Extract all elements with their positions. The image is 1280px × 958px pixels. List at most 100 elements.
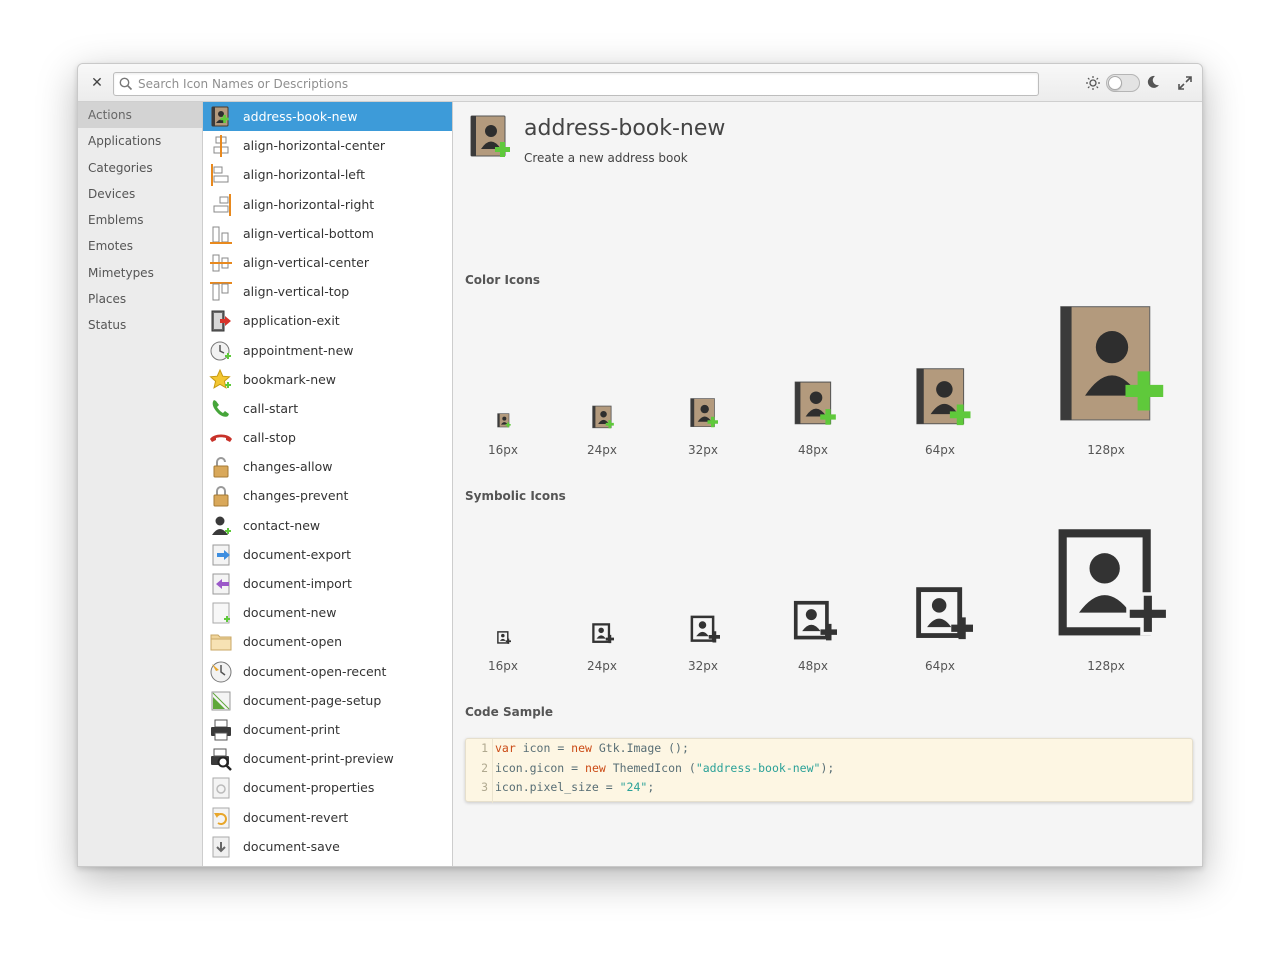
search-field[interactable] (113, 72, 1039, 96)
phone-green-icon (212, 399, 229, 417)
sun-icon (1086, 76, 1100, 90)
code-sample-heading: Code Sample (465, 705, 554, 719)
list-item[interactable]: call-stop (203, 423, 452, 452)
list-item[interactable]: changes-allow (203, 452, 452, 481)
list-item[interactable]: align-vertical-top (203, 277, 452, 306)
align-horizontal-left-icon (211, 164, 229, 187)
size-label: 32px (688, 443, 718, 457)
folder-icon (210, 634, 232, 651)
list-item[interactable]: document-revert (203, 803, 452, 832)
sidebar-item-places[interactable]: Places (78, 286, 202, 312)
code-text: icon = (515, 741, 572, 755)
list-item[interactable]: bookmark-new (203, 365, 452, 394)
list-item[interactable]: document-properties (203, 773, 452, 802)
list-item-label: document-export (243, 546, 352, 562)
address-book-symbolic-icon (793, 600, 837, 641)
list-item[interactable]: align-horizontal-right (203, 190, 452, 219)
list-item[interactable]: document-open (203, 627, 452, 656)
size-label: 48px (798, 659, 828, 673)
size-label: 64px (925, 443, 955, 457)
sidebar-item-devices[interactable]: Devices (78, 181, 202, 207)
document-revert-icon (212, 807, 230, 828)
sidebar-item-actions[interactable]: Actions (78, 102, 202, 129)
code-sample[interactable]: 1 var icon = new Gtk.Image (); 2 icon.gi… (465, 738, 1193, 803)
address-book-icon (794, 381, 836, 425)
symbolic-icons-heading: Symbolic Icons (465, 489, 566, 503)
document-new-icon (212, 602, 230, 624)
list-item[interactable]: document-open-recent (203, 657, 452, 686)
list-item[interactable]: document-export (203, 540, 452, 569)
list-item-label: align-vertical-bottom (243, 225, 374, 241)
document-import-icon (212, 573, 230, 595)
document-properties-icon (212, 777, 230, 799)
code-keyword: new (571, 741, 592, 755)
list-item-label: document-new (243, 605, 337, 621)
list-item-label: application-exit (243, 313, 340, 329)
code-text: ThemedIcon ( (605, 760, 696, 775)
maximize-icon[interactable] (1178, 76, 1192, 90)
list-item[interactable]: document-page-setup (203, 686, 452, 715)
dark-mode-toggle[interactable] (1106, 74, 1140, 92)
search-input[interactable] (138, 74, 1028, 94)
align-vertical-bottom-icon (210, 226, 232, 244)
search-icon (119, 77, 133, 91)
sidebar-item-emblems[interactable]: Emblems (78, 207, 202, 233)
list-item[interactable]: align-vertical-bottom (203, 219, 452, 248)
sidebar-item-mimetypes[interactable]: Mimetypes (78, 260, 202, 286)
align-vertical-center-icon (210, 254, 232, 272)
page-title: address-book-new (524, 116, 726, 141)
list-item[interactable]: align-horizontal-left (203, 160, 452, 189)
color-icons-heading: Color Icons (465, 273, 541, 287)
bookmark-new-icon (209, 368, 231, 389)
address-book-icon (1060, 306, 1164, 421)
address-book-icon (470, 115, 510, 157)
align-vertical-top-icon (210, 282, 232, 301)
size-label: 16px (488, 443, 518, 457)
size-label: 64px (925, 659, 955, 673)
list-item[interactable]: appointment-new (203, 336, 452, 365)
list-item[interactable]: align-vertical-center (203, 248, 452, 277)
list-item-label: address-book-new (243, 109, 358, 124)
list-item[interactable]: call-start (203, 394, 452, 423)
sidebar-item-applications[interactable]: Applications (78, 128, 202, 154)
size-label: 128px (1087, 443, 1125, 457)
app-window: ✕ Actions Applications (77, 63, 1203, 867)
list-item[interactable]: document-save (203, 832, 452, 861)
page-setup-icon (211, 691, 231, 711)
address-book-symbolic-icon (497, 631, 511, 644)
list-item-label: align-vertical-top (243, 284, 350, 300)
line-number: 3 (481, 780, 488, 794)
printer-icon (211, 719, 231, 741)
document-export-icon (212, 544, 230, 566)
address-book-symbolic-icon (690, 615, 720, 643)
list-item[interactable]: align-horizontal-center (203, 131, 452, 160)
document-save-icon (212, 836, 230, 858)
code-text: icon.pixel_size = (495, 780, 620, 794)
list-item-label: document-revert (243, 809, 349, 825)
list-item[interactable]: document-print (203, 715, 452, 744)
sidebar-item-status[interactable]: Status (78, 312, 202, 338)
address-book-icon (592, 405, 614, 429)
list-item[interactable]: changes-prevent (203, 481, 452, 510)
sidebar-item-categories[interactable]: Categories (78, 155, 202, 181)
list-item-label: document-print (243, 721, 340, 737)
list-item-label: appointment-new (243, 342, 354, 358)
code-text: Gtk.Image (); (591, 741, 689, 755)
close-icon[interactable]: ✕ (88, 74, 106, 92)
list-item-label: document-save (243, 838, 340, 854)
code-keyword: new (585, 760, 606, 775)
phone-red-icon (210, 434, 232, 443)
list-item[interactable]: contact-new (203, 511, 452, 540)
code-text: ); (820, 760, 835, 775)
list-item[interactable]: document-print-preview (203, 744, 452, 773)
print-preview-icon (211, 748, 232, 772)
list-item-label: call-start (243, 400, 299, 416)
list-item[interactable]: document-import (203, 569, 452, 598)
code-line: 3 icon.pixel_size = "24"; (466, 778, 1192, 798)
list-item[interactable]: document-new (203, 598, 452, 627)
list-item[interactable]: address-book-new (203, 102, 452, 132)
sidebar-item-emotes[interactable]: Emotes (78, 233, 202, 259)
address-book-icon (690, 398, 718, 428)
list-item[interactable]: application-exit (203, 306, 452, 335)
icon-list: address-book-new align-horizontal-center… (203, 102, 453, 866)
